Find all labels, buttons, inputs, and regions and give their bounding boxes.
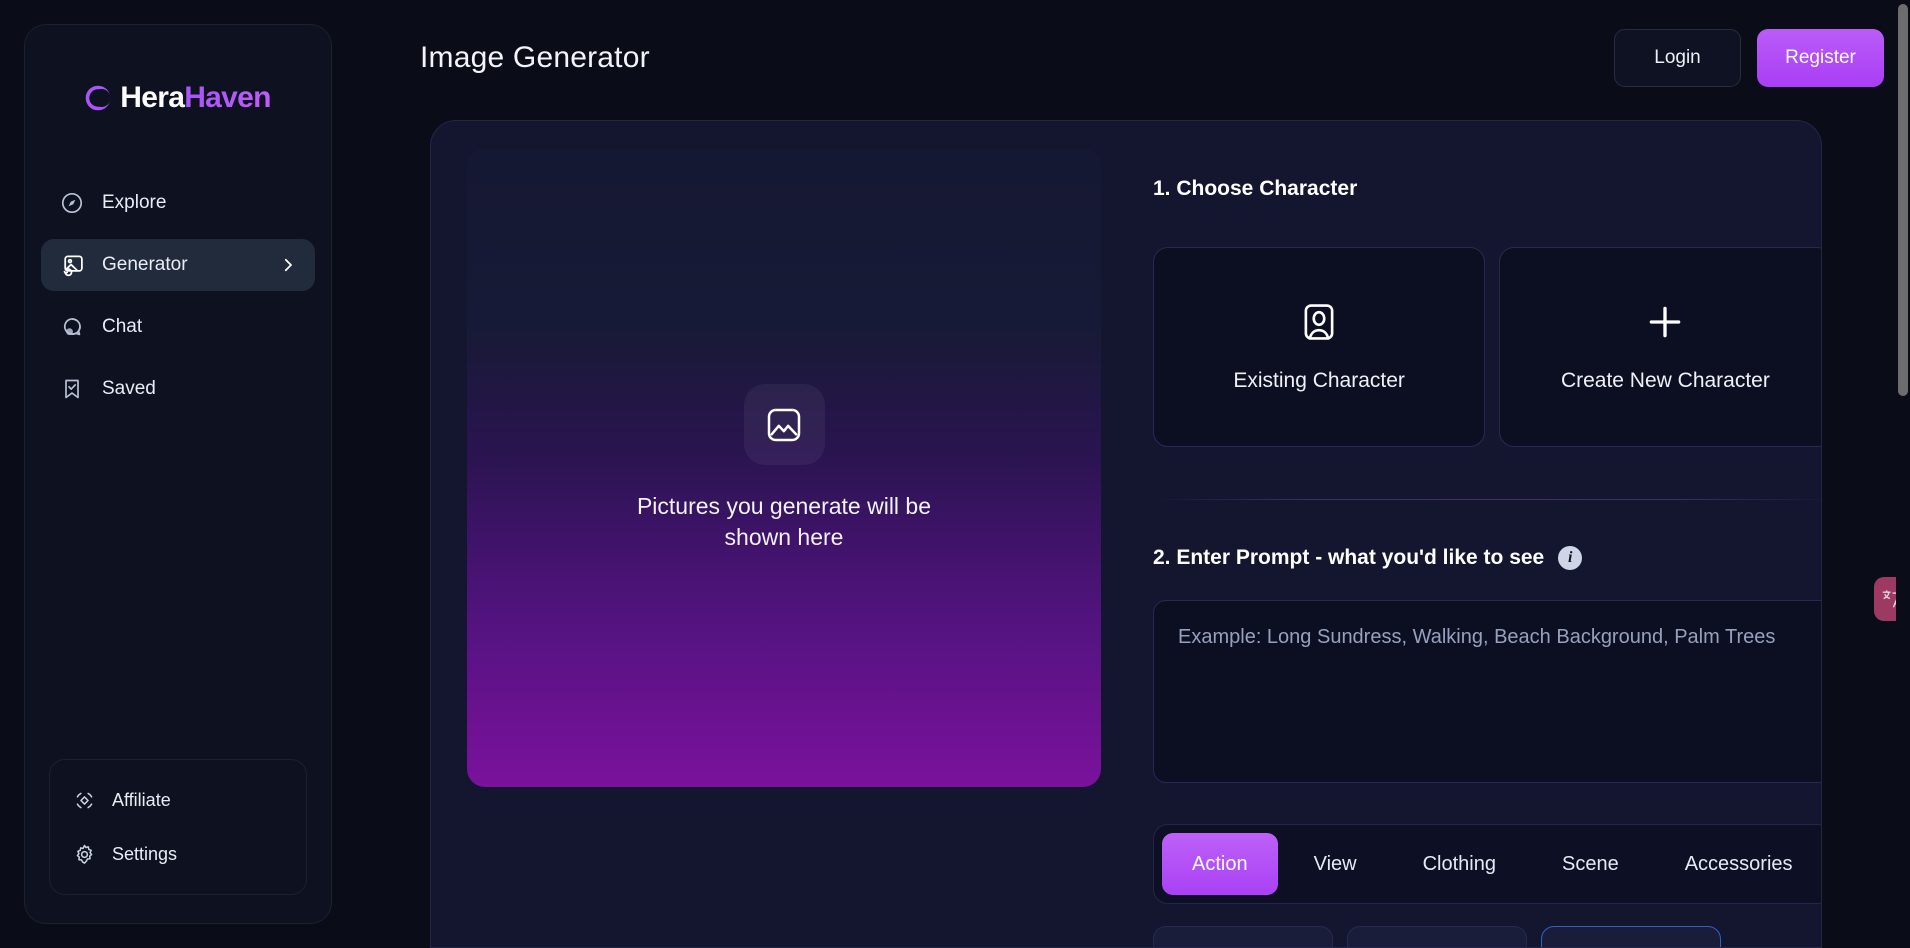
sidebar-item-generator[interactable]: Generator — [41, 239, 315, 291]
sidebar-item-label: Saved — [102, 378, 156, 399]
sidebar-item-chat[interactable]: Chat — [41, 301, 315, 353]
scrollbar-track[interactable] — [1896, 0, 1910, 948]
character-card-label: Existing Character — [1233, 369, 1405, 392]
gear-icon — [72, 842, 96, 866]
scrollbar-thumb[interactable] — [1898, 4, 1908, 396]
tab-clothing[interactable]: Clothing — [1393, 833, 1526, 895]
tab-view[interactable]: View — [1284, 833, 1387, 895]
bookmark-check-icon — [59, 376, 85, 402]
crescent-circle-icon — [85, 85, 111, 111]
prompt-input[interactable] — [1153, 600, 1821, 783]
sidebar-item-explore[interactable]: Explore — [41, 177, 315, 229]
auth-buttons: Login Register — [1614, 29, 1884, 87]
register-button[interactable]: Register — [1757, 29, 1884, 87]
generator-form: 1. Choose Character Existing Character C… — [1153, 149, 1821, 947]
top-bar: Image Generator Login Register — [420, 22, 1884, 94]
sidebar-item-label: Affiliate — [112, 789, 171, 810]
option-chip[interactable] — [1347, 926, 1527, 947]
character-card-label: Create New Character — [1560, 369, 1770, 392]
brand-logo[interactable]: HeraHaven — [25, 81, 331, 115]
diamond-target-icon — [72, 788, 96, 812]
sidebar: HeraHaven Explore Generator Chat Saved A… — [24, 24, 332, 924]
option-chip[interactable] — [1153, 926, 1333, 947]
character-cards: Existing Character Create New Character — [1153, 247, 1821, 447]
login-button[interactable]: Login — [1614, 29, 1741, 87]
chevron-right-icon — [279, 256, 297, 274]
step-2-label: 2. Enter Prompt - what you'd like to see — [1153, 546, 1545, 569]
sidebar-item-settings[interactable]: Settings — [58, 832, 298, 876]
image-preview-placeholder[interactable]: Pictures you generate will be shown here — [467, 149, 1101, 787]
step-2-title: 2. Enter Prompt - what you'd like to see… — [1153, 546, 1821, 570]
brand-name-part2: Haven — [184, 81, 271, 114]
tab-action[interactable]: Action — [1162, 833, 1278, 895]
info-icon[interactable]: i — [1558, 546, 1583, 570]
sidebar-bottom-card: Affiliate Settings — [49, 759, 307, 895]
page-title: Image Generator — [420, 41, 650, 74]
user-portrait-icon — [1298, 301, 1340, 343]
generator-panel: Pictures you generate will be shown here… — [430, 120, 1822, 948]
sidebar-item-label: Explore — [102, 192, 167, 213]
chat-bubble-icon — [59, 314, 85, 340]
step-1-label: 1. Choose Character — [1153, 177, 1358, 200]
option-chip-row — [1153, 926, 1821, 947]
section-divider — [1153, 499, 1821, 500]
create-new-character-card[interactable]: Create New Character — [1499, 247, 1821, 447]
sidebar-nav: Explore Generator Chat Saved — [25, 177, 331, 415]
brand-name-part1: Hera — [120, 81, 185, 114]
compass-icon — [59, 190, 85, 216]
image-generate-icon — [59, 252, 85, 278]
sidebar-item-label: Settings — [112, 843, 178, 864]
sidebar-item-saved[interactable]: Saved — [41, 363, 315, 415]
plus-icon — [1644, 301, 1686, 343]
prompt-category-tabs: Action View Clothing Scene Accessories — [1153, 824, 1821, 904]
sidebar-item-label: Generator — [102, 254, 188, 275]
existing-character-card[interactable]: Existing Character — [1153, 247, 1486, 447]
tab-scene[interactable]: Scene — [1532, 833, 1649, 895]
sidebar-item-label: Chat — [102, 316, 143, 337]
preview-placeholder-text: Pictures you generate will be shown here — [636, 493, 932, 550]
step-1-title: 1. Choose Character — [1153, 177, 1821, 201]
option-chip[interactable] — [1541, 926, 1721, 947]
brand-name: HeraHaven — [120, 81, 271, 115]
sidebar-item-affiliate[interactable]: Affiliate — [58, 778, 298, 822]
image-placeholder-icon — [743, 384, 825, 466]
tab-accessories[interactable]: Accessories — [1655, 833, 1821, 895]
